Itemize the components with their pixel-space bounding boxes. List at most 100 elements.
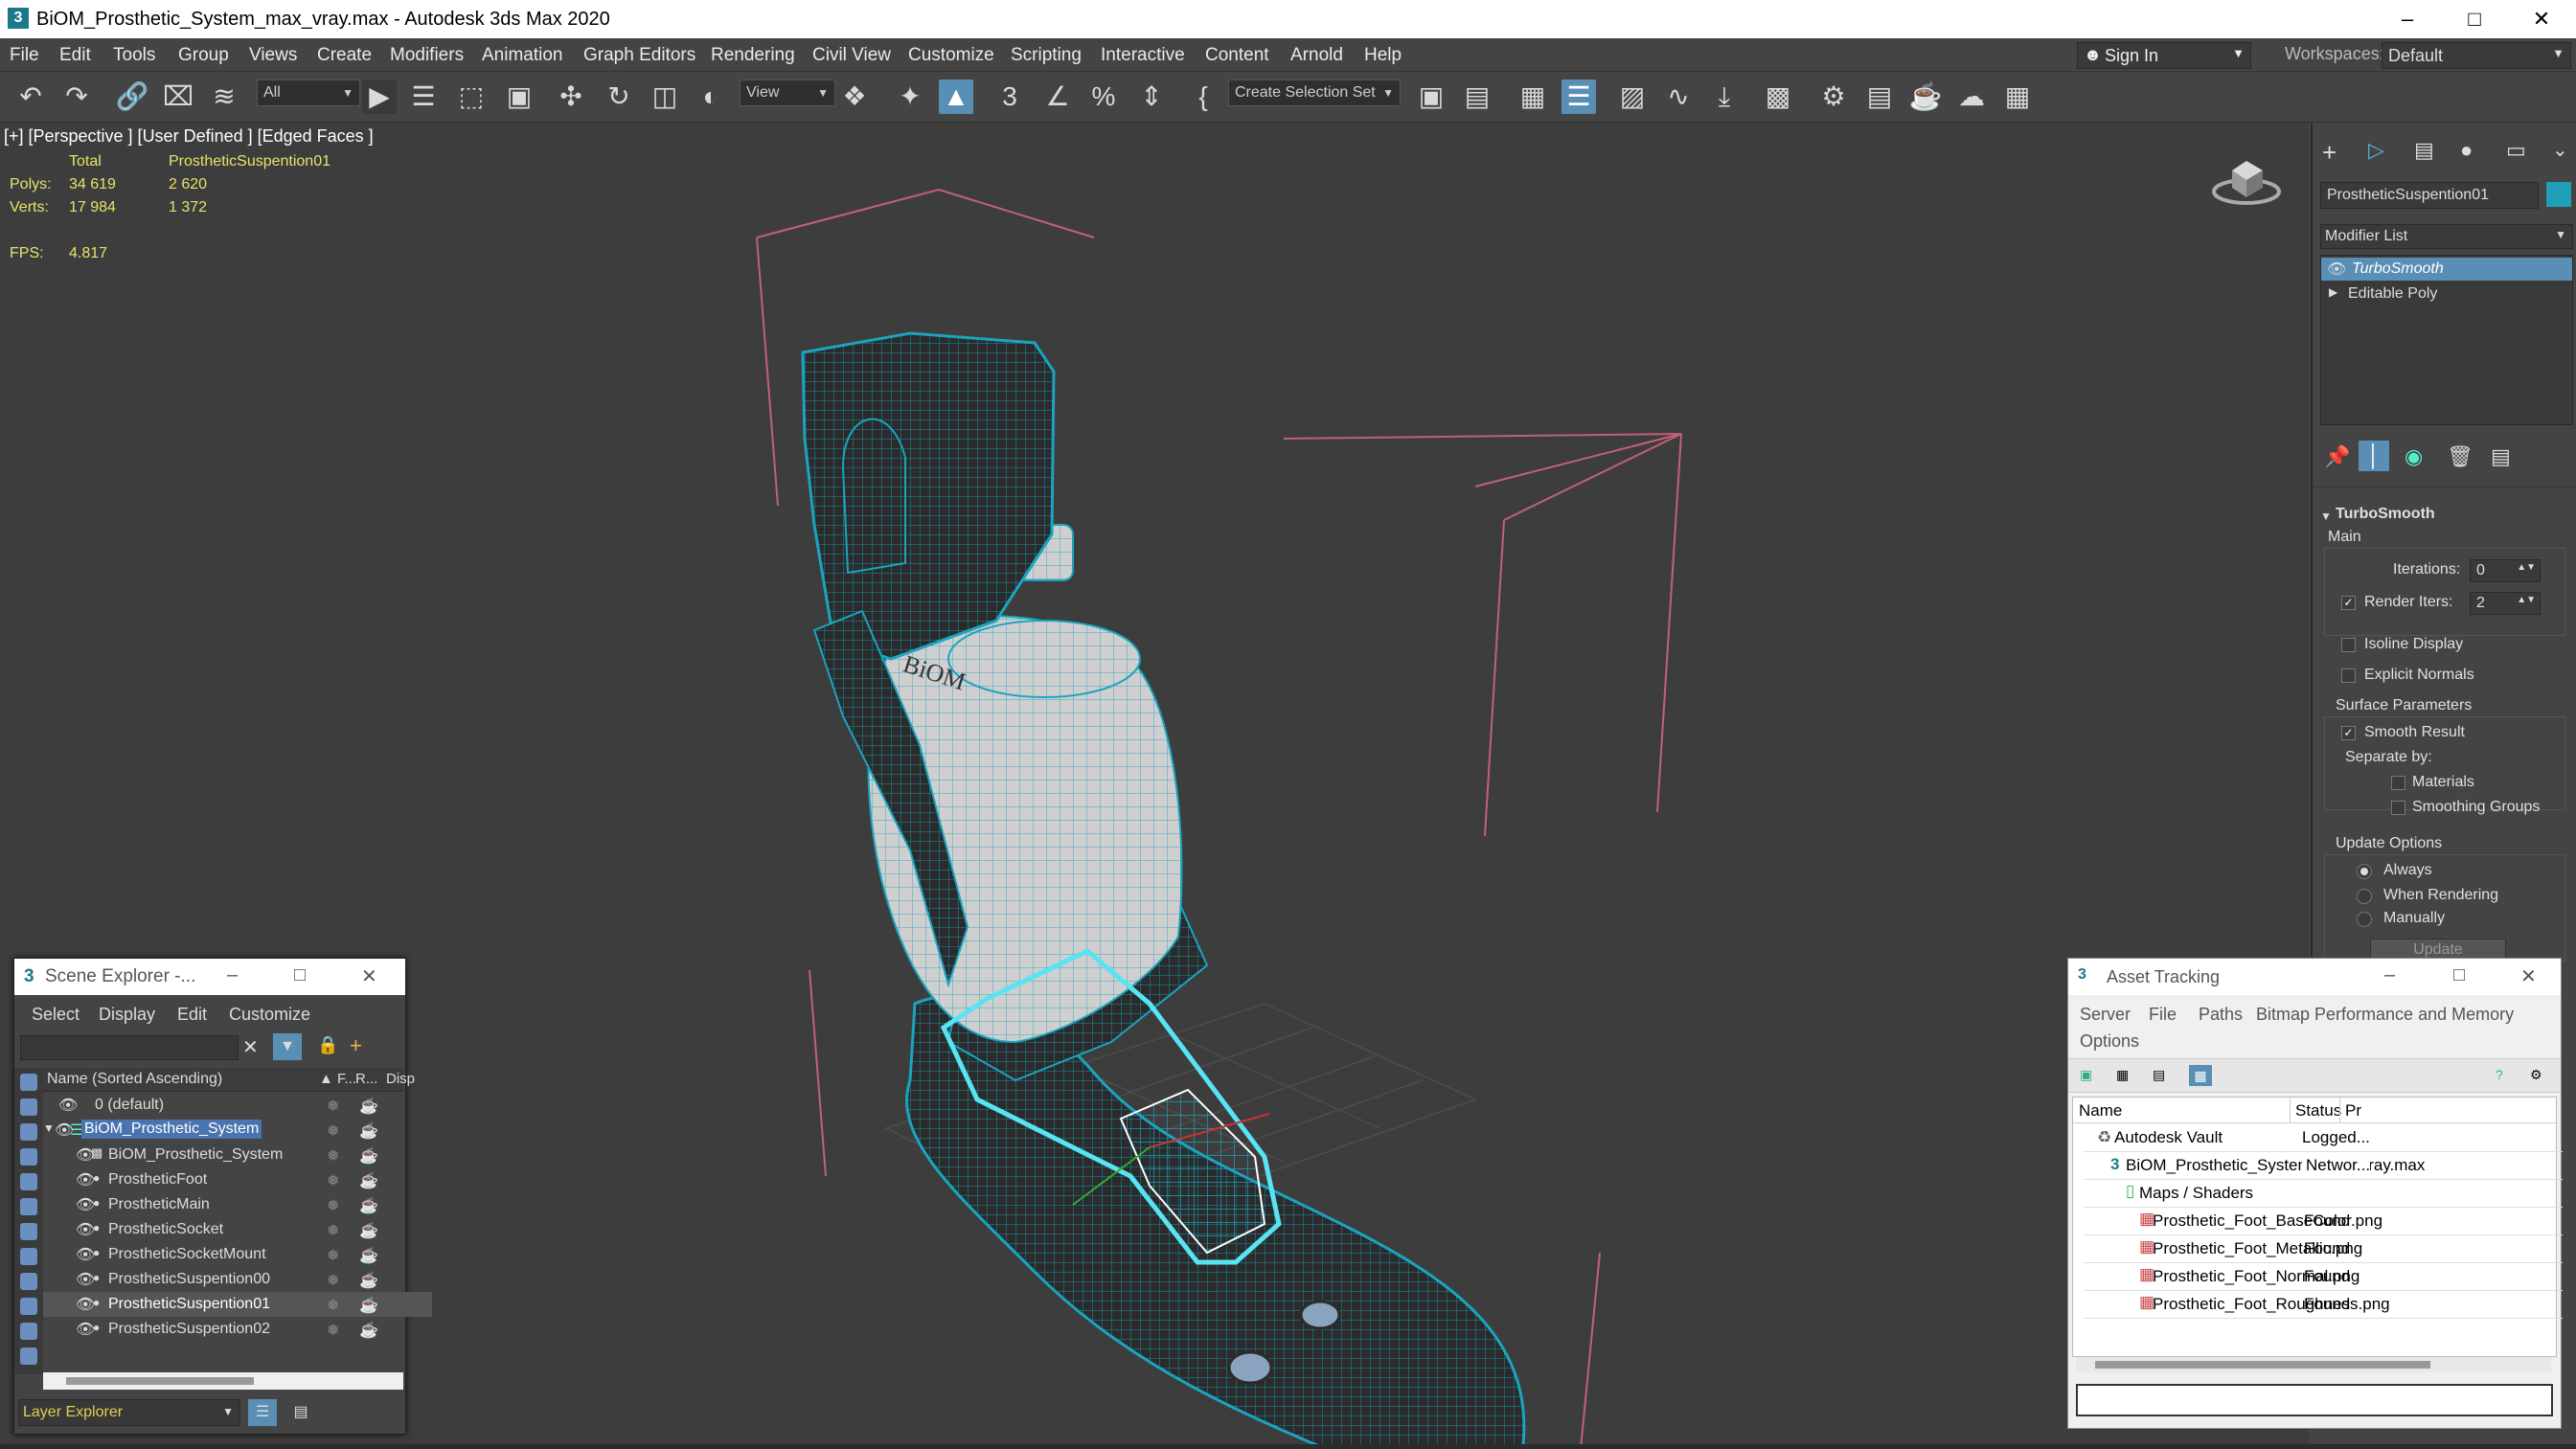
hierarchy-tab-icon[interactable]: ▤	[2414, 138, 2434, 163]
table-view-icon[interactable]: ▦	[2189, 1065, 2212, 1086]
menu-display[interactable]: Display	[99, 1005, 155, 1025]
a360-icon[interactable]: ▦	[2000, 79, 2035, 114]
snap-icon[interactable]: 3	[992, 79, 1027, 114]
maximize-icon[interactable]: □	[2441, 0, 2508, 38]
display-containers-icon[interactable]	[20, 1323, 37, 1340]
isoline-display-checkbox[interactable]	[2341, 638, 2356, 652]
create-tab-icon[interactable]: +	[2322, 138, 2337, 168]
menu-options[interactable]: Options	[2080, 1031, 2139, 1052]
ribbon-icon[interactable]: ▨	[1615, 79, 1650, 114]
close-icon[interactable]: ✕	[361, 964, 377, 988]
menu-edit[interactable]: Edit	[59, 45, 91, 66]
menu-group[interactable]: Group	[178, 45, 229, 66]
link-icon[interactable]: 🔗	[115, 79, 149, 114]
scene-explorer-title-bar[interactable]: 3 Scene Explorer -... – □ ✕	[14, 959, 405, 995]
manipulate-icon[interactable]: ✦	[893, 79, 927, 114]
asset-row-max-file[interactable]: 3 BiOM_Prosthetic_System_max_vray.max Ne…	[2084, 1151, 2563, 1180]
asset-row-normal[interactable]: ▦ Prosthetic_Foot_Normal.png Found	[2084, 1262, 2563, 1291]
render-teapot-icon[interactable]: ☕	[359, 1321, 378, 1340]
col-render-header[interactable]: R...	[355, 1071, 377, 1087]
display-groups-icon[interactable]	[20, 1248, 37, 1265]
asset-path-field[interactable]	[2076, 1384, 2553, 1416]
sign-in-dropdown[interactable]: ☻ Sign In ▼	[2077, 42, 2251, 69]
close-icon[interactable]: ✕	[2508, 0, 2575, 38]
rotate-icon[interactable]: ↻	[602, 79, 636, 114]
pivot-icon[interactable]: ❖	[837, 79, 872, 114]
minimize-icon[interactable]: –	[2374, 0, 2441, 38]
help-icon[interactable]: ?	[2496, 1067, 2503, 1082]
col-name-header[interactable]: Name (Sorted Ascending)	[47, 1071, 222, 1088]
materials-checkbox[interactable]	[2391, 776, 2405, 790]
tree-row-prosthetic-socket-mount[interactable]: 👁 ● ProstheticSocketMount ❅ ☕	[43, 1242, 432, 1267]
menu-customize[interactable]: Customize	[229, 1005, 310, 1025]
freeze-icon[interactable]: ❅	[327, 1171, 339, 1190]
tree-row-prosthetic-suspention00[interactable]: 👁 ● ProstheticSuspention00 ❅ ☕	[43, 1267, 432, 1292]
col-name-header[interactable]: Name	[2079, 1101, 2122, 1121]
percent-snap-icon[interactable]: %	[1086, 79, 1121, 114]
render-teapot-icon[interactable]: ☕	[359, 1196, 378, 1215]
display-geometry-icon[interactable]	[20, 1098, 37, 1116]
menu-paths[interactable]: Paths	[2199, 1005, 2243, 1025]
render-icon[interactable]: ☕	[1908, 79, 1943, 114]
object-color-swatch[interactable]	[2546, 182, 2571, 207]
col-display-header[interactable]: Disp	[386, 1071, 415, 1087]
3ds-max-app-icon[interactable]: 3	[8, 8, 29, 29]
motion-tab-icon[interactable]: ●	[2460, 138, 2473, 163]
rendered-frame-icon[interactable]: ▤	[1862, 79, 1897, 114]
freeze-icon[interactable]: ❅	[327, 1321, 339, 1340]
settings-icon[interactable]: ⚙	[2530, 1067, 2542, 1083]
tree-row-prosthetic-main[interactable]: 👁 ● ProstheticMain ❅ ☕	[43, 1192, 432, 1217]
menu-rendering[interactable]: Rendering	[711, 45, 795, 66]
tree-row-biom-group[interactable]: 👁 ▩ BiOM_Prosthetic_System ❅ ☕	[43, 1143, 432, 1167]
move-icon[interactable]: ✣	[554, 79, 588, 114]
freeze-icon[interactable]: ❅	[327, 1121, 339, 1141]
visibility-eye-icon[interactable]: 👁	[58, 1096, 78, 1115]
placement-icon[interactable]: ◐	[694, 79, 728, 114]
tree-row-default-layer[interactable]: 👁 0 (default) ❅ ☕	[43, 1093, 432, 1118]
spinner-snap-icon[interactable]: ⇕	[1134, 79, 1169, 114]
render-teapot-icon[interactable]: ☕	[359, 1121, 378, 1141]
display-lights-icon[interactable]	[20, 1148, 37, 1166]
menu-views[interactable]: Views	[249, 45, 297, 66]
tree-row-prosthetic-foot[interactable]: 👁 ● ProstheticFoot ❅ ☕	[43, 1167, 432, 1192]
angle-snap-icon[interactable]: ∠	[1040, 79, 1075, 114]
add-layer-icon[interactable]: +	[350, 1033, 362, 1058]
freeze-icon[interactable]: ❅	[327, 1271, 339, 1290]
refresh-icon[interactable]: ▣	[2080, 1067, 2092, 1083]
tree-row-prosthetic-suspention02[interactable]: 👁 ● ProstheticSuspention02 ❅ ☕	[43, 1317, 432, 1342]
display-bones-icon[interactable]	[20, 1298, 37, 1315]
col-pr-header[interactable]: Pr	[2345, 1101, 2361, 1121]
make-unique-icon[interactable]: ◉	[2405, 444, 2423, 469]
scrollbar-thumb[interactable]	[66, 1377, 254, 1385]
reference-coord-dropdown[interactable]: View ▼	[740, 79, 835, 106]
eye-icon[interactable]: 👁	[2327, 260, 2346, 279]
maximize-icon[interactable]: □	[294, 964, 306, 986]
expand-arrow-icon[interactable]: ▶	[2329, 285, 2337, 299]
display-space-warps-icon[interactable]	[20, 1223, 37, 1240]
tree-row-prosthetic-socket[interactable]: 👁 ● ProstheticSocket ❅ ☕	[43, 1217, 432, 1242]
align-icon[interactable]: ▤	[1460, 79, 1494, 114]
smooth-result-checkbox[interactable]: ✓	[2341, 726, 2356, 740]
menu-content[interactable]: Content	[1205, 45, 1269, 66]
show-end-result-icon[interactable]: │	[2359, 441, 2389, 471]
maximize-icon[interactable]: □	[2453, 964, 2465, 986]
configure-modifier-sets-icon[interactable]: ▤	[2491, 444, 2511, 469]
horizontal-scrollbar[interactable]	[2076, 1357, 2551, 1372]
selection-filter-dropdown[interactable]: All ▼	[257, 79, 360, 106]
when-rendering-radio[interactable]	[2357, 889, 2372, 904]
curve-editor-icon[interactable]: ∿	[1661, 79, 1696, 114]
explicit-normals-checkbox[interactable]	[2341, 668, 2356, 683]
menu-graph-editors[interactable]: Graph Editors	[583, 45, 695, 66]
tree-row-prosthetic-suspention01[interactable]: 👁 ● ProstheticSuspention01 ❅ ☕	[43, 1292, 432, 1317]
select-by-name-icon[interactable]: ☰	[406, 79, 441, 114]
minimize-icon[interactable]: –	[2384, 964, 2395, 986]
horizontal-scrollbar[interactable]	[43, 1372, 403, 1390]
render-setup-icon[interactable]: ⚙	[1816, 79, 1851, 114]
rollout-title[interactable]: TurboSmooth	[2336, 506, 2435, 523]
tree-view-icon[interactable]: ▤	[2153, 1067, 2165, 1083]
iterations-spinner[interactable]: 0 ▲▼	[2470, 559, 2541, 582]
lock-icon[interactable]: 🔒	[317, 1035, 338, 1055]
undo-icon[interactable]: ↶	[13, 79, 48, 114]
always-radio[interactable]	[2357, 864, 2372, 879]
asset-row-basecolor[interactable]: ▦ Prosthetic_Foot_BaseColor.png Found	[2084, 1207, 2563, 1235]
